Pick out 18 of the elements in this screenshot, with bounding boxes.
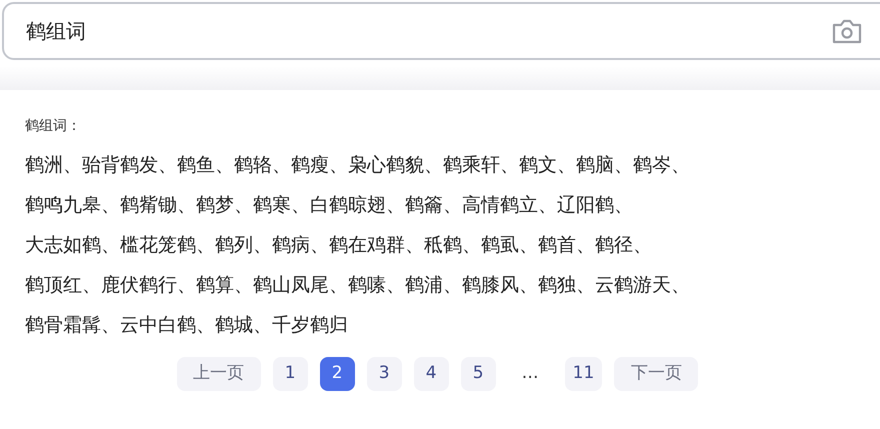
- search-text: 鹤组词: [26, 18, 86, 45]
- previous-page-button[interactable]: 上一页: [176, 357, 261, 391]
- camera-icon[interactable]: [831, 19, 863, 45]
- page-button[interactable]: 4: [414, 357, 449, 391]
- page-button[interactable]: 1: [272, 357, 308, 391]
- page-button[interactable]: 3: [366, 357, 402, 391]
- ellipsis: …: [520, 362, 540, 386]
- next-page-button[interactable]: 下一页: [614, 357, 698, 391]
- word-list-line: 鹤骨霜髯、云中白鹤、鹤城、千岁鹤归: [25, 313, 348, 338]
- word-list-line: 大志如鹤、槛花笼鹤、鹤列、鹤病、鹤在鸡群、秪鹤、鹤虱、鹤首、鹤径、: [25, 233, 652, 258]
- search-field[interactable]: 鹤组词: [2, 2, 880, 60]
- page-button[interactable]: 5: [460, 357, 496, 391]
- word-list-line: 鹤鸣九皋、鹤觜锄、鹤梦、鹤寒、白鹤晾翅、鹤籥、高情鹤立、辽阳鹤、: [25, 193, 633, 218]
- word-list-line: 鹤洲、骀背鹤发、鹤鱼、鹤辂、鹤瘦、枭心鹤貌、鹤乘轩、鹤文、鹤脑、鹤岑、: [25, 153, 690, 178]
- word-list-line: 鹤顶红、鹿伏鹤行、鹤算、鹤山凤尾、鹤嗉、鹤浦、鹤膝风、鹤独、云鹤游天、: [25, 273, 690, 298]
- page-button[interactable]: 11: [564, 357, 602, 391]
- result-label: 鹤组词：: [25, 117, 82, 136]
- page-button[interactable]: 2: [320, 357, 355, 391]
